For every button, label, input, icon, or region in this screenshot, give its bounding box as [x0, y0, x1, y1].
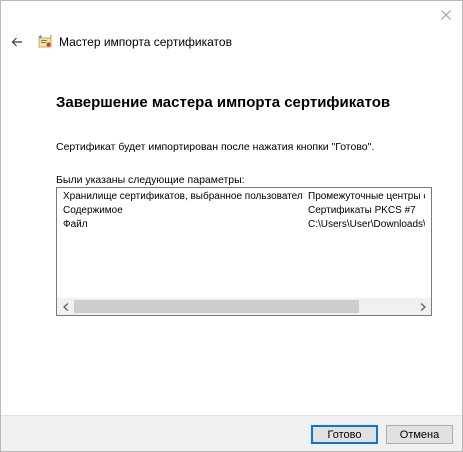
- back-arrow-icon: [11, 37, 22, 47]
- param-value: C:\Users\User\Downloads\tlscert.p7b: [308, 219, 425, 230]
- scroll-left-button[interactable]: [57, 298, 74, 315]
- param-value: Промежуточные центры сертификации: [308, 191, 425, 202]
- wizard-title: Мастер импорта сертификатов: [59, 35, 232, 49]
- scroll-left-icon: [62, 302, 68, 311]
- back-button[interactable]: [9, 34, 25, 50]
- param-name: Содержимое: [63, 205, 123, 216]
- horizontal-scrollbar[interactable]: [57, 298, 431, 315]
- button-bar: Готово Отмена: [1, 415, 462, 451]
- page-title: Завершение мастера импорта сертификатов: [56, 94, 391, 111]
- wizard-window: Мастер импорта сертификатов Завершение м…: [0, 0, 463, 452]
- wizard-header: Мастер импорта сертификатов: [9, 31, 232, 53]
- description-text: Сертификат будет импортирован после нажа…: [56, 141, 375, 153]
- cancel-button[interactable]: Отмена: [386, 425, 453, 444]
- list-item[interactable]: Файл C:\Users\User\Downloads\tlscert.p7b: [57, 218, 431, 232]
- param-value: Сертификаты PKCS #7: [308, 205, 416, 216]
- param-name: Файл: [63, 219, 88, 230]
- finish-button[interactable]: Готово: [311, 425, 378, 444]
- close-button[interactable]: [436, 5, 456, 25]
- certificate-wizard-icon: [38, 35, 52, 48]
- list-item[interactable]: Содержимое Сертификаты PKCS #7: [57, 204, 431, 218]
- param-name: Хранилище сертификатов, выбранное пользо…: [63, 191, 302, 202]
- close-icon: [441, 10, 451, 20]
- scroll-right-button[interactable]: [414, 298, 431, 315]
- params-label: Были указаны следующие параметры:: [56, 174, 245, 186]
- scroll-right-icon: [420, 302, 426, 311]
- scrollbar-thumb[interactable]: [74, 300, 359, 313]
- params-listview[interactable]: Хранилище сертификатов, выбранное пользо…: [56, 187, 432, 316]
- list-item[interactable]: Хранилище сертификатов, выбранное пользо…: [57, 190, 431, 204]
